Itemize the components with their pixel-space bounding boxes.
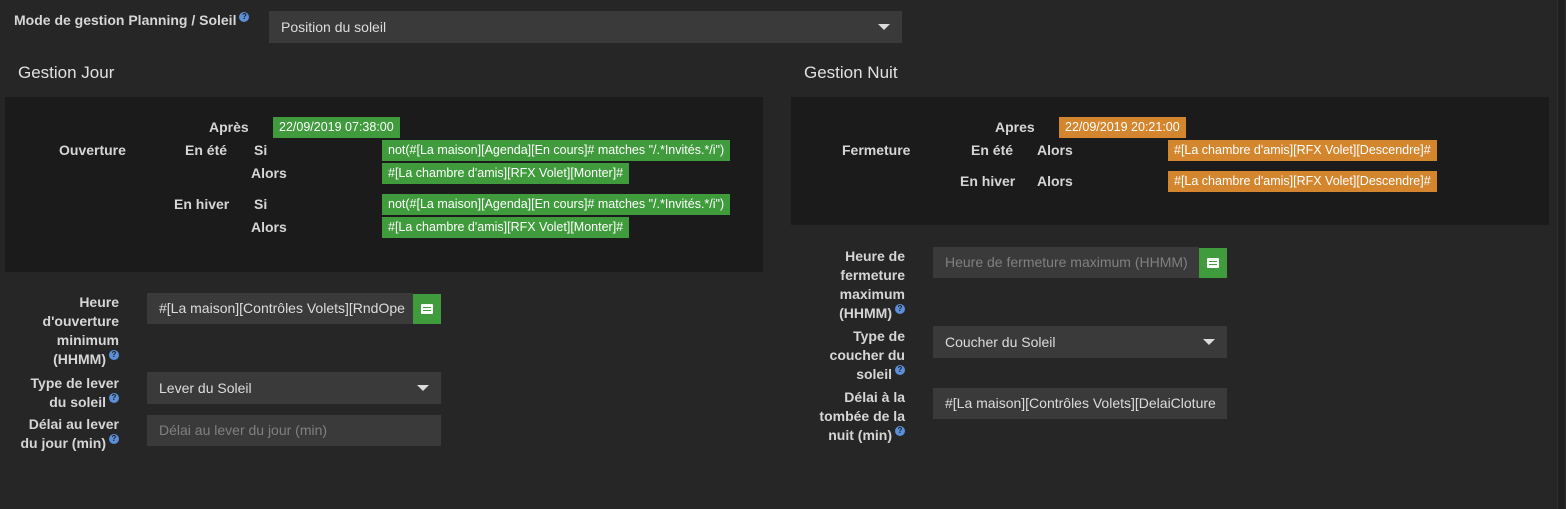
night-heure-label-line: Heure de — [845, 248, 905, 264]
ouverture-label: Ouverture — [59, 142, 126, 158]
night-hiver-label: En hiver — [960, 173, 1016, 189]
day-type-label-line: du soleil — [49, 394, 106, 410]
night-ete-action: #[La chambre d'amis][RFX Volet][Descendr… — [1168, 140, 1437, 161]
chevron-down-icon — [417, 385, 429, 391]
day-ete-si-label: Si — [254, 142, 268, 158]
day-type-select-value: Lever du Soleil — [159, 380, 252, 396]
day-type-label: Type de lever du soleil? — [20, 374, 119, 412]
night-heure-label-line: (HHMM) — [839, 305, 892, 321]
question-circle-icon[interactable]: ? — [895, 365, 905, 375]
question-circle-icon[interactable]: ? — [109, 434, 119, 444]
day-hiver-condition: not(#[La maison][Agenda][En cours]# matc… — [382, 194, 731, 215]
day-heure-label: Heure d'ouverture minimum (HHMM)? — [20, 293, 119, 369]
mode-select[interactable]: Position du soleil — [269, 11, 902, 43]
night-type-label-line: Type de — [853, 328, 905, 344]
night-ete-alors-label: Alors — [1037, 142, 1073, 158]
question-circle-icon[interactable]: ? — [895, 426, 905, 436]
night-delai-label-line: tombée de la — [819, 408, 905, 424]
day-ete-condition: not(#[La maison][Agenda][En cours]# matc… — [382, 140, 731, 161]
night-delai-label-line: Délai à la — [844, 389, 905, 405]
day-type-select[interactable]: Lever du Soleil — [147, 372, 441, 404]
day-heure-label-line: Heure — [79, 294, 119, 310]
night-heure-input[interactable]: Heure de fermeture maximum (HHMM) — [933, 247, 1199, 278]
night-heure-label: Heure de fermeture maximum (HHMM)? — [810, 247, 905, 323]
night-heure-label-line: fermeture — [840, 267, 905, 283]
night-type-label-line: coucher du — [829, 347, 905, 363]
day-ete-action: #[La chambre d'amis][RFX Volet][Monter]# — [382, 163, 630, 184]
night-section-title: Gestion Nuit — [804, 63, 898, 82]
day-hiver-label: En hiver — [174, 196, 230, 212]
night-apres-time: 22/09/2019 20:21:00 — [1059, 117, 1186, 138]
day-delai-label-line: du jour (min) — [20, 435, 106, 451]
night-ete-label: En été — [971, 142, 1014, 158]
night-hiver-action: #[La chambre d'amis][RFX Volet][Descendr… — [1168, 171, 1437, 192]
night-delai-label-line: nuit (min) — [828, 427, 892, 443]
day-delai-input[interactable]: Délai au lever du jour (min) — [147, 415, 441, 446]
night-heure-command-button[interactable] — [1199, 248, 1227, 278]
day-ete-alors-label: Alors — [251, 165, 287, 181]
day-ete-label: En été — [185, 142, 228, 158]
day-hiver-action: #[La chambre d'amis][RFX Volet][Monter]# — [382, 217, 630, 238]
chevron-down-icon — [878, 24, 890, 30]
day-hiver-si-label: Si — [254, 196, 268, 212]
day-delai-label-line: Délai au lever — [28, 416, 119, 432]
day-delai-label: Délai au lever du jour (min)? — [10, 415, 119, 453]
night-type-label: Type de coucher du soleil? — [810, 327, 905, 384]
day-heure-command-button[interactable] — [413, 294, 441, 324]
night-type-select[interactable]: Coucher du Soleil — [933, 326, 1227, 358]
chevron-down-icon — [1203, 339, 1215, 345]
day-heure-input[interactable]: #[La maison][Contrôles Volets][RndOpe — [147, 293, 413, 324]
night-type-select-value: Coucher du Soleil — [945, 334, 1056, 350]
scrollbar-thumb[interactable] — [1558, 0, 1565, 509]
day-apres-label: Après — [209, 119, 249, 135]
night-type-label-line: soleil — [856, 366, 892, 382]
list-alt-icon — [1207, 258, 1219, 268]
night-delai-label: Délai à la tombée de la nuit (min)? — [810, 388, 905, 445]
day-section-title: Gestion Jour — [18, 63, 115, 82]
night-delai-input[interactable]: #[La maison][Contrôles Volets][DelaiClot… — [933, 388, 1227, 419]
day-hiver-alors-label: Alors — [251, 219, 287, 235]
night-apres-label: Apres — [995, 119, 1035, 135]
question-circle-icon[interactable]: ? — [109, 393, 119, 403]
question-circle-icon[interactable]: ? — [109, 350, 119, 360]
question-circle-icon[interactable]: ? — [239, 12, 250, 22]
mode-select-value: Position du soleil — [281, 19, 387, 35]
day-heure-label-line: (HHMM) — [53, 351, 106, 367]
night-hiver-alors-label: Alors — [1037, 173, 1073, 189]
mode-label: Mode de gestion Planning / Soleil? — [14, 12, 250, 28]
day-apres-time: 22/09/2019 07:38:00 — [273, 117, 400, 138]
mode-label-text: Mode de gestion Planning / Soleil — [14, 12, 237, 28]
day-type-label-line: Type de lever — [30, 375, 119, 391]
day-heure-label-line: d'ouverture — [42, 313, 119, 329]
list-alt-icon — [421, 304, 433, 314]
night-heure-label-line: maximum — [839, 286, 905, 302]
question-circle-icon[interactable]: ? — [895, 304, 905, 314]
day-heure-label-line: minimum — [56, 332, 119, 348]
fermeture-label: Fermeture — [842, 142, 911, 158]
